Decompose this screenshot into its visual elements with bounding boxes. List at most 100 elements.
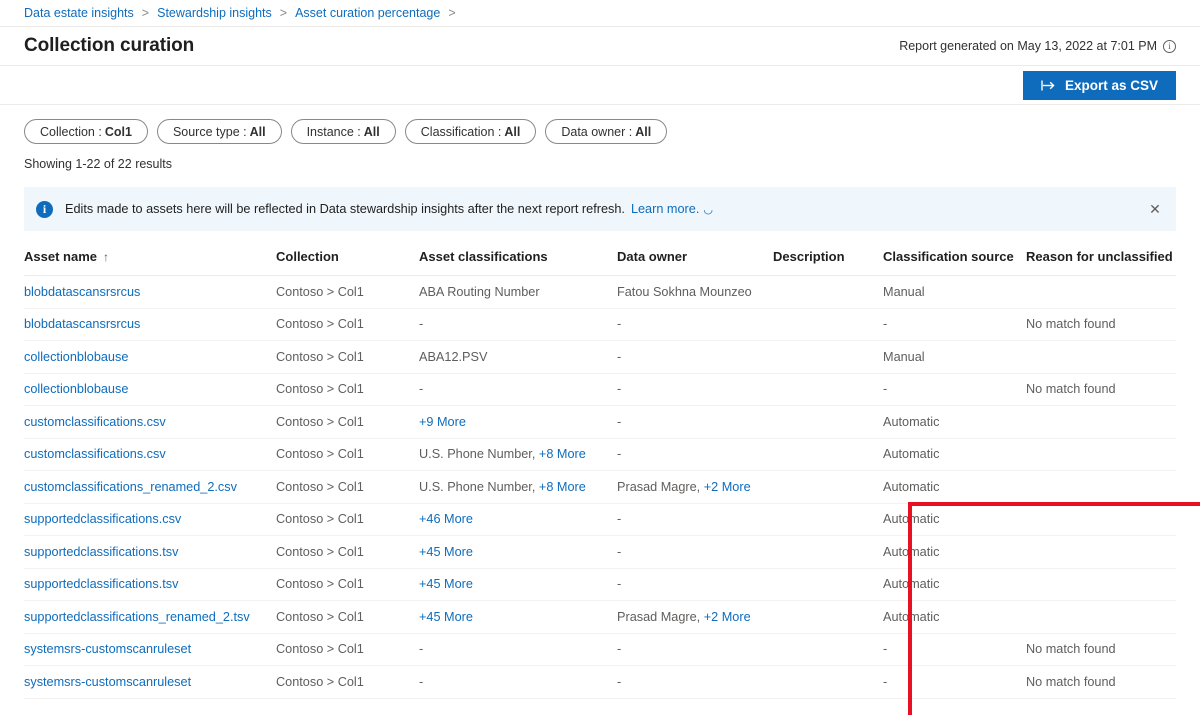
asset-name-link[interactable]: collectionblobause [24,350,128,364]
asset-classifications-more-link[interactable]: +45 More [419,577,473,591]
cell-asset-name: supportedclassifications_renamed_2.tsv [24,601,276,634]
asset-name-link[interactable]: supportedclassifications.csv [24,512,181,526]
cell-collection: Contoso > Col1 [276,406,419,439]
asset-name-link[interactable]: customclassifications.csv [24,447,166,461]
cell-data-owner: - [617,633,773,666]
cell-asset-name: blobdatascansrsrcus [24,276,276,309]
table-row[interactable]: supportedclassifications.tsvContoso > Co… [24,536,1176,569]
cell-reason-for-unclassified [1026,471,1176,504]
export-icon [1041,80,1056,91]
cell-data-owner: - [617,406,773,439]
asset-classifications-text: - [419,382,423,396]
table-row[interactable]: customclassifications.csvContoso > Col1U… [24,438,1176,471]
asset-name-link[interactable]: systemsrs-customscanruleset [24,642,191,656]
cell-description [773,666,883,699]
asset-name-link[interactable]: supportedclassifications_renamed_2.tsv [24,610,250,624]
sort-ascending-icon: ↑ [103,250,109,264]
filter-pill-source-type-key: Source type : [173,125,247,139]
info-icon[interactable]: i [1163,40,1176,53]
close-icon[interactable]: ✕ [1144,198,1166,220]
column-header-reason-for-unclassified[interactable]: Reason for unclassified [1026,249,1176,276]
data-owner-text: - [617,447,621,461]
cell-classification-source: - [883,633,1026,666]
filter-pill-classification-value: All [504,125,520,139]
cell-description [773,308,883,341]
column-header-asset-name[interactable]: Asset name↑ [24,249,276,276]
cell-classification-source: - [883,666,1026,699]
table-row[interactable]: supportedclassifications.tsvContoso > Co… [24,568,1176,601]
cell-asset-classifications: - [419,373,617,406]
asset-name-link[interactable]: supportedclassifications.tsv [24,545,178,559]
cell-classification-source: - [883,308,1026,341]
cell-reason-for-unclassified [1026,438,1176,471]
asset-name-link[interactable]: collectionblobause [24,382,128,396]
table-row[interactable]: collectionblobauseContoso > Col1ABA12.PS… [24,341,1176,374]
table-row[interactable]: systemsrs-customscanrulesetContoso > Col… [24,633,1176,666]
data-owner-more-link[interactable]: +2 More [704,480,751,494]
results-count: Showing 1-22 of 22 results [0,144,1200,171]
asset-classifications-more-link[interactable]: +46 More [419,512,473,526]
asset-name-link[interactable]: customclassifications_renamed_2.csv [24,480,237,494]
cell-asset-classifications: +9 More [419,406,617,439]
cell-asset-classifications: +46 More [419,503,617,536]
filter-pill-classification[interactable]: Classification :All [405,119,537,144]
export-as-csv-label: Export as CSV [1065,78,1158,93]
assets-table: Asset name↑ Collection Asset classificat… [24,249,1176,699]
table-row[interactable]: collectionblobauseContoso > Col1---No ma… [24,373,1176,406]
data-owner-more-link[interactable]: +2 More [704,610,751,624]
export-as-csv-button[interactable]: Export as CSV [1023,71,1176,100]
breadcrumb-item-data-estate-insights[interactable]: Data estate insights [24,6,134,20]
asset-classifications-more-link[interactable]: +45 More [419,545,473,559]
learn-more-link[interactable]: Learn more. [631,202,699,216]
table-row[interactable]: customclassifications.csvContoso > Col1 … [24,406,1176,439]
breadcrumb-item-asset-curation-percentage[interactable]: Asset curation percentage [295,6,440,20]
cell-classification-source: Manual [883,341,1026,374]
asset-classifications-more-link[interactable]: +45 More [419,610,473,624]
page-title: Collection curation [24,35,194,57]
cell-asset-classifications: - [419,308,617,341]
table-row[interactable]: supportedclassifications.csvContoso > Co… [24,503,1176,536]
filter-pill-group: Collection :Col1 Source type :All Instan… [0,105,1200,144]
cell-reason-for-unclassified [1026,536,1176,569]
filter-pill-classification-key: Classification : [421,125,502,139]
column-header-classification-source[interactable]: Classification source [883,249,1026,276]
asset-classifications-more-link[interactable]: +9 More [419,415,466,429]
table-row[interactable]: supportedclassifications_renamed_2.tsvCo… [24,601,1176,634]
cell-description [773,601,883,634]
table-row[interactable]: blobdatascansrsrcusContoso > Col1ABA Rou… [24,276,1176,309]
asset-classifications-more-link[interactable]: +8 More [539,480,586,494]
external-link-icon: ◡ [703,204,713,216]
cell-data-owner: Prasad Magre, +2 More [617,471,773,504]
filter-pill-data-owner[interactable]: Data owner :All [545,119,667,144]
column-header-asset-classifications[interactable]: Asset classifications [419,249,617,276]
filter-pill-source-type[interactable]: Source type :All [157,119,282,144]
cell-asset-name: supportedclassifications.tsv [24,536,276,569]
table-row[interactable]: systemsrs-customscanrulesetContoso > Col… [24,666,1176,699]
table-row[interactable]: blobdatascansrsrcusContoso > Col1---No m… [24,308,1176,341]
column-header-collection[interactable]: Collection [276,249,419,276]
cell-description [773,341,883,374]
column-header-description[interactable]: Description [773,249,883,276]
cell-asset-classifications: ABA12.PSV [419,341,617,374]
cell-asset-classifications: +45 More [419,601,617,634]
asset-name-link[interactable]: supportedclassifications.tsv [24,577,178,591]
asset-name-link[interactable]: customclassifications.csv [24,415,166,429]
asset-name-link[interactable]: blobdatascansrsrcus [24,285,140,299]
cell-description [773,633,883,666]
table-header-row: Asset name↑ Collection Asset classificat… [24,249,1176,276]
table-row[interactable]: customclassifications_renamed_2.csvConto… [24,471,1176,504]
filter-pill-instance[interactable]: Instance :All [291,119,396,144]
data-owner-text: - [617,512,621,526]
filter-pill-collection[interactable]: Collection :Col1 [24,119,148,144]
cell-description [773,503,883,536]
report-generated-meta: Report generated on May 13, 2022 at 7:01… [899,39,1176,53]
breadcrumb-item-stewardship-insights[interactable]: Stewardship insights [157,6,272,20]
asset-name-link[interactable]: systemsrs-customscanruleset [24,675,191,689]
breadcrumb: Data estate insights > Stewardship insig… [0,0,1200,27]
asset-classifications-more-link[interactable]: +8 More [539,447,586,461]
data-owner-text: Fatou Sokhna Mounzeo [617,285,752,299]
asset-name-link[interactable]: blobdatascansrsrcus [24,317,140,331]
info-banner-message: Edits made to assets here will be reflec… [65,202,713,216]
column-header-data-owner[interactable]: Data owner [617,249,773,276]
cell-classification-source: Automatic [883,568,1026,601]
